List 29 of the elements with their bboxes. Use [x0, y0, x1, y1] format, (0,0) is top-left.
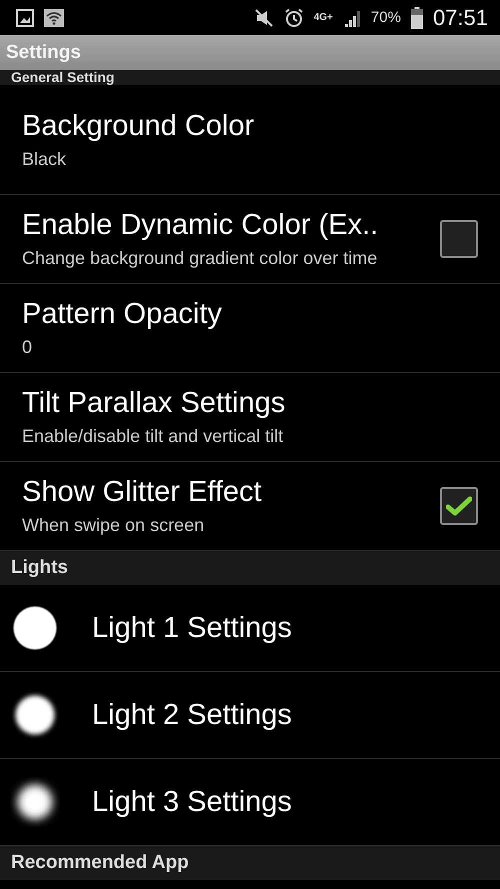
checkbox[interactable] [440, 220, 478, 258]
clock: 07:51 [432, 4, 488, 30]
mute-icon [254, 8, 274, 28]
network-type: 4G+ [314, 12, 333, 22]
setting-title[interactable]: Show Glitter Effect [22, 476, 424, 509]
battery-percent: 70% [370, 9, 401, 26]
setting-title[interactable]: Background Color [22, 110, 478, 142]
check-icon [446, 496, 472, 516]
setting-title[interactable]: Enable Dynamic Color (Ex.. [22, 209, 424, 242]
checkbox[interactable] [440, 487, 478, 525]
app-title: Settings [6, 42, 81, 64]
setting-title[interactable]: Pattern Opacity [22, 298, 478, 331]
wifi-icon [44, 8, 64, 26]
image-icon [16, 8, 34, 26]
setting-summary: Change background gradient color over time [22, 248, 378, 269]
setting-summary: 0 [22, 337, 34, 358]
section-header: General Setting [0, 70, 500, 85]
section-header: Recommended App [0, 846, 500, 880]
setting-title[interactable]: Light 3 Settings [92, 786, 292, 818]
battery-icon [410, 6, 423, 28]
alarm-icon [284, 8, 304, 28]
setting-title[interactable]: Light 1 Settings [92, 612, 292, 644]
signal-icon [342, 8, 361, 26]
setting-summary: Enable/disable tilt and vertical tilt [22, 426, 284, 447]
setting-title[interactable]: Light 2 Settings [92, 698, 292, 732]
setting-title[interactable]: Tilt Parallax Settings [22, 387, 478, 420]
setting-summary: Black [22, 148, 68, 170]
section-header: Lights [0, 551, 500, 585]
setting-summary: When swipe on screen [22, 515, 206, 536]
